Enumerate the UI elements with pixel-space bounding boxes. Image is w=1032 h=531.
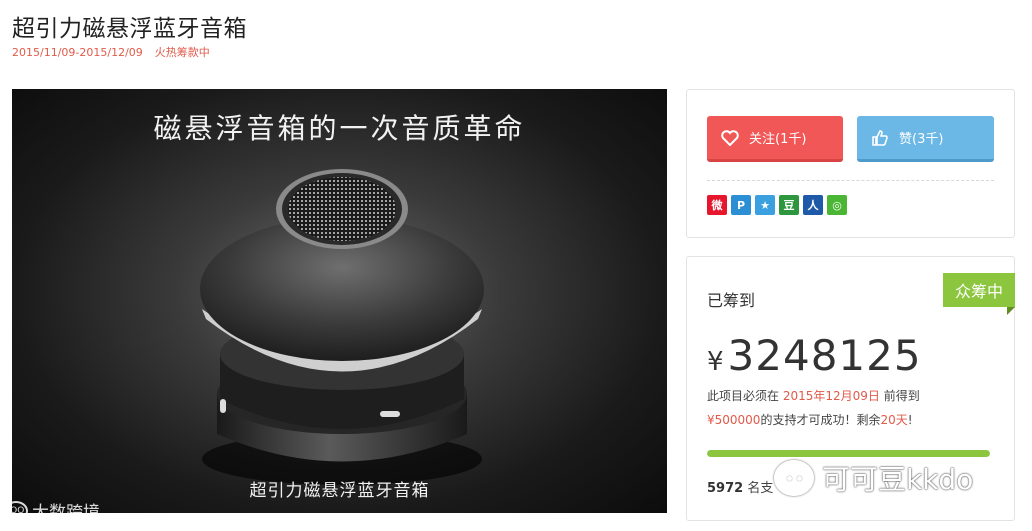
- image-headline: 磁悬浮音箱的一次音质革命: [153, 112, 526, 145]
- project-date-range: 2015/11/09-2015/12/09: [12, 46, 143, 59]
- follow-button[interactable]: 关注(1千): [707, 116, 843, 162]
- thumbs-up-icon: [871, 129, 889, 147]
- dashu-watermark: lOO 大数跨境: [0, 498, 100, 523]
- progress-fill: [707, 450, 990, 457]
- wechat-icon[interactable]: ◎: [827, 195, 847, 215]
- badge-fold: [1007, 307, 1015, 315]
- progress-bar: [707, 450, 990, 457]
- deadline-suffix: 前得到: [883, 389, 920, 403]
- renren-icon[interactable]: 人: [803, 195, 823, 215]
- deadline-text: 此项目必须在 2015年12月09日 前得到: [707, 387, 920, 404]
- wechat-bubble-icon: [774, 460, 814, 496]
- speaker-illustration: [200, 169, 484, 485]
- goal-end: !: [907, 413, 913, 427]
- action-card: 关注(1千) 赞(3千) 微 P ★ 豆人 ◎: [686, 89, 1015, 238]
- goal-text: ¥500000的支持才可成功！剩余20天!: [707, 411, 913, 428]
- divider: [707, 180, 994, 181]
- supporters-label: 名支: [747, 481, 774, 496]
- qq-icon[interactable]: ★: [755, 195, 775, 215]
- share-row: 微 P ★ 豆人 ◎: [707, 195, 847, 215]
- goal-suffix: 的支持才可成功！剩余: [760, 413, 881, 427]
- like-label: 赞(3千): [899, 132, 944, 147]
- wechat-watermark-text: 可可豆kkdo: [822, 463, 974, 496]
- image-caption: 超引力磁悬浮蓝牙音箱: [249, 481, 430, 501]
- project-status: 火热筹款中: [154, 46, 210, 59]
- raised-amount-value: 3248125: [727, 331, 922, 380]
- goal-amount: ¥500000: [707, 413, 761, 427]
- product-image: 磁悬浮音箱的一次音质革命 超引力磁悬浮蓝牙音箱: [12, 89, 667, 513]
- supporters-text: 5972 名支: [707, 477, 773, 496]
- douban-icon[interactable]: 豆: [779, 195, 799, 215]
- follow-label: 关注(1千): [749, 132, 807, 147]
- currency-symbol: ¥: [707, 347, 724, 377]
- project-title: 超引力磁悬浮蓝牙音箱: [12, 16, 247, 42]
- deadline-date: 2015年12月09日: [782, 389, 880, 403]
- deadline-prefix: 此项目必须在: [707, 389, 780, 403]
- supporters-count: 5972: [707, 481, 744, 496]
- qzone-icon[interactable]: P: [731, 195, 751, 215]
- wechat-watermark: 可可豆kkdo: [774, 458, 973, 498]
- dashu-watermark-text: 大数跨境: [32, 503, 100, 523]
- raised-label: 已筹到: [707, 291, 756, 310]
- heart-icon: [721, 129, 739, 146]
- days-left: 20天: [880, 413, 908, 427]
- weibo-icon[interactable]: 微: [707, 195, 727, 215]
- like-button[interactable]: 赞(3千): [857, 116, 994, 162]
- project-meta: 2015/11/09-2015/12/09 火热筹款中: [12, 44, 210, 60]
- raised-amount: ¥ 3248125: [707, 331, 922, 380]
- dashu-logo: lOO: [4, 500, 28, 521]
- status-badge: 众筹中: [943, 273, 1015, 307]
